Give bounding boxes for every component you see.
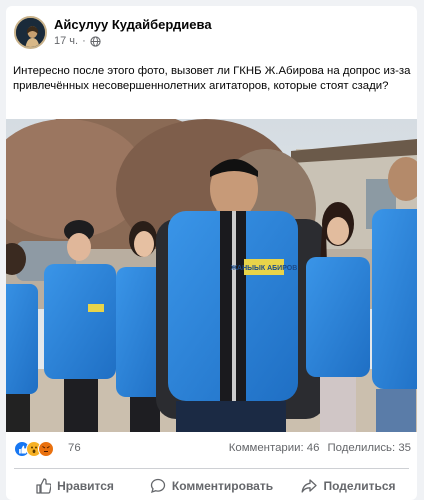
comment-label: Комментировать: [171, 479, 274, 493]
comment-button[interactable]: Комментировать: [143, 472, 280, 500]
comments-count[interactable]: Комментарии: 46: [229, 442, 320, 454]
engagement-counts: Комментарии: 46 Поделились: 35: [229, 442, 411, 454]
like-label: Нравится: [57, 479, 114, 493]
vest-text: ЖАНЫЫК АБИРОВ: [230, 265, 298, 272]
actions-divider: [14, 468, 409, 469]
globe-icon: [90, 35, 101, 47]
author-avatar[interactable]: [14, 16, 47, 49]
post-time[interactable]: 17 ч.: [54, 35, 78, 47]
reactions-summary[interactable]: [14, 441, 54, 457]
post-header: Айсулуу Кудайбердиева 17 ч. ·: [6, 6, 417, 56]
post-meta: 17 ч. ·: [54, 35, 101, 47]
comment-icon: [150, 478, 166, 494]
photo-image: ЖАНЫЫК АБИРОВ: [6, 119, 417, 432]
author-name[interactable]: Айсулуу Кудайбердиева: [54, 17, 212, 32]
thumbs-up-icon: [36, 478, 52, 494]
share-icon: [302, 479, 318, 493]
post-actions: Нравится Комментировать Поделиться: [6, 472, 417, 500]
post-text: Интересно после этого фото, вызовет ли Г…: [13, 65, 411, 92]
like-button[interactable]: Нравится: [6, 472, 143, 500]
meta-separator: ·: [82, 35, 86, 47]
reaction-count[interactable]: 76: [68, 442, 81, 454]
avatar-image: [16, 18, 45, 47]
angry-reaction-icon: [38, 441, 54, 457]
post-stats: 76 Комментарии: 46 Поделились: 35: [6, 438, 417, 460]
post-photo[interactable]: ЖАНЫЫК АБИРОВ: [6, 119, 417, 432]
share-label: Поделиться: [323, 479, 396, 493]
shares-count[interactable]: Поделились: 35: [327, 442, 411, 454]
post-card: Айсулуу Кудайбердиева 17 ч. · Интересно …: [6, 6, 417, 500]
share-button[interactable]: Поделиться: [280, 472, 417, 500]
